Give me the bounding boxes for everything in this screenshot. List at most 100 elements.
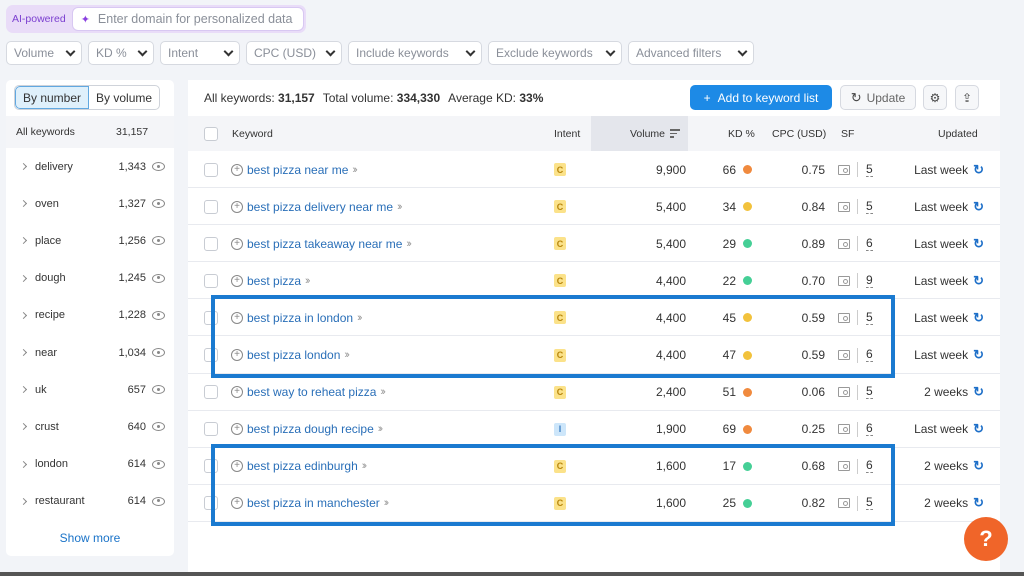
eye-icon[interactable] [152,348,165,357]
serp-preview-icon[interactable] [838,275,850,286]
refresh-icon[interactable]: ↻ [973,384,984,400]
serp-preview-icon[interactable] [838,201,850,212]
refresh-icon[interactable]: ↻ [973,273,984,289]
all-keywords-group[interactable]: All keywords 31,157 [6,116,174,148]
refresh-icon[interactable]: ↻ [973,310,984,326]
double-chevron-icon[interactable]: ›› [352,164,358,176]
row-checkbox[interactable] [204,162,218,177]
double-chevron-icon[interactable]: ›› [380,386,386,398]
eye-icon[interactable] [152,236,165,246]
keyword-group-item[interactable]: place 1,256 [6,222,174,259]
add-to-keyword-list-button[interactable]: + Add to keyword list [690,85,832,110]
filter-intent[interactable]: Intent [160,41,240,65]
serp-features-count[interactable]: 6 [866,236,873,251]
serp-features-count[interactable]: 6 [866,459,873,474]
serp-features-count[interactable]: 6 [866,422,873,437]
column-intent[interactable]: Intent [554,116,580,151]
chevron-right-icon[interactable] [19,200,28,208]
row-checkbox[interactable] [204,459,218,474]
domain-input[interactable]: ✦ Enter domain for personalized data [71,7,304,31]
filter-cpc-usd[interactable]: CPC (USD) [246,41,342,65]
column-sf[interactable]: SF [841,116,854,151]
double-chevron-icon[interactable]: ›› [406,238,412,250]
keyword-link[interactable]: best pizza delivery near me [247,200,393,214]
add-keyword-icon[interactable]: + [231,274,243,287]
chevron-right-icon[interactable] [19,311,28,319]
column-updated[interactable]: Updated [938,116,978,151]
serp-preview-icon[interactable] [838,350,850,360]
add-keyword-icon[interactable]: + [231,423,243,436]
keyword-group-item[interactable]: london 614 [6,446,174,483]
row-checkbox[interactable] [204,236,218,251]
serp-preview-icon[interactable] [838,387,850,398]
serp-preview-icon[interactable] [838,498,850,509]
chevron-right-icon[interactable] [19,237,28,245]
refresh-icon[interactable]: ↻ [973,458,984,474]
row-checkbox[interactable] [204,422,218,437]
refresh-icon[interactable]: ↻ [973,236,984,252]
keyword-group-item[interactable]: oven 1,327 [6,185,174,222]
chevron-right-icon[interactable] [19,162,28,171]
keyword-link[interactable]: best pizza takeaway near me [247,237,402,251]
serp-preview-icon[interactable] [838,164,850,175]
serp-features-count[interactable]: 5 [866,385,873,400]
row-checkbox[interactable] [204,496,218,511]
serp-features-count[interactable]: 9 [866,273,873,288]
eye-icon[interactable] [152,273,165,283]
filter-kd[interactable]: KD % [88,41,154,65]
keyword-group-item[interactable]: recipe 1,228 [6,297,174,334]
filter-exclude-keywords[interactable]: Exclude keywords [488,41,622,65]
refresh-icon[interactable]: ↻ [973,162,984,178]
keyword-group-item[interactable]: restaurant 614 [6,483,174,520]
add-keyword-icon[interactable]: + [231,200,243,213]
serp-preview-icon[interactable] [838,461,850,472]
eye-icon[interactable] [152,496,165,506]
row-checkbox[interactable] [204,273,218,288]
keyword-link[interactable]: best pizza [247,274,301,288]
keyword-link[interactable]: best pizza edinburgh [247,459,358,473]
eye-icon[interactable] [152,199,165,209]
keyword-group-item[interactable]: dough 1,245 [6,260,174,297]
filter-advanced-filters[interactable]: Advanced filters [628,41,754,65]
chevron-right-icon[interactable] [19,348,28,357]
refresh-icon[interactable]: ↻ [973,199,984,215]
eye-icon[interactable] [152,162,165,171]
refresh-icon[interactable]: ↻ [973,495,984,511]
serp-features-count[interactable]: 5 [866,162,873,177]
chevron-right-icon[interactable] [19,460,28,468]
keyword-group-item[interactable]: uk 657 [6,371,174,408]
settings-button[interactable]: ⚙ [923,85,947,110]
chevron-right-icon[interactable] [19,274,28,282]
chevron-right-icon[interactable] [19,386,28,394]
export-button[interactable]: ⇪ [955,85,979,110]
keyword-group-item[interactable]: delivery 1,343 [6,148,174,185]
filter-include-keywords[interactable]: Include keywords [348,41,482,65]
serp-features-count[interactable]: 5 [866,496,873,511]
column-cpc[interactable]: CPC (USD) [772,116,826,151]
double-chevron-icon[interactable]: ›› [344,349,350,361]
eye-icon[interactable] [152,385,165,395]
double-chevron-icon[interactable]: ›› [378,423,384,435]
serp-features-count[interactable]: 5 [866,199,873,214]
keyword-link[interactable]: best pizza dough recipe [247,422,374,436]
keyword-link[interactable]: best pizza in london [247,311,353,325]
column-keyword[interactable]: Keyword [232,116,273,151]
refresh-icon[interactable]: ↻ [973,347,984,363]
by-volume-tab[interactable]: By volume [89,86,159,109]
chevron-right-icon[interactable] [19,423,28,431]
eye-icon[interactable] [152,459,165,469]
show-more-link[interactable]: Show more [6,531,174,545]
add-keyword-icon[interactable]: + [231,163,243,176]
add-keyword-icon[interactable]: + [231,497,243,510]
select-all-checkbox[interactable] [204,126,218,141]
keyword-link[interactable]: best pizza london [247,348,340,362]
by-number-tab[interactable]: By number [15,86,90,109]
double-chevron-icon[interactable]: ›› [384,497,390,509]
eye-icon[interactable] [152,422,165,432]
keyword-link[interactable]: best way to reheat pizza [247,385,376,399]
keyword-group-item[interactable]: near 1,034 [6,334,174,371]
help-button[interactable]: ? [964,517,1008,561]
add-keyword-icon[interactable]: + [231,349,243,361]
add-keyword-icon[interactable]: + [231,460,243,473]
serp-preview-icon[interactable] [838,238,850,249]
